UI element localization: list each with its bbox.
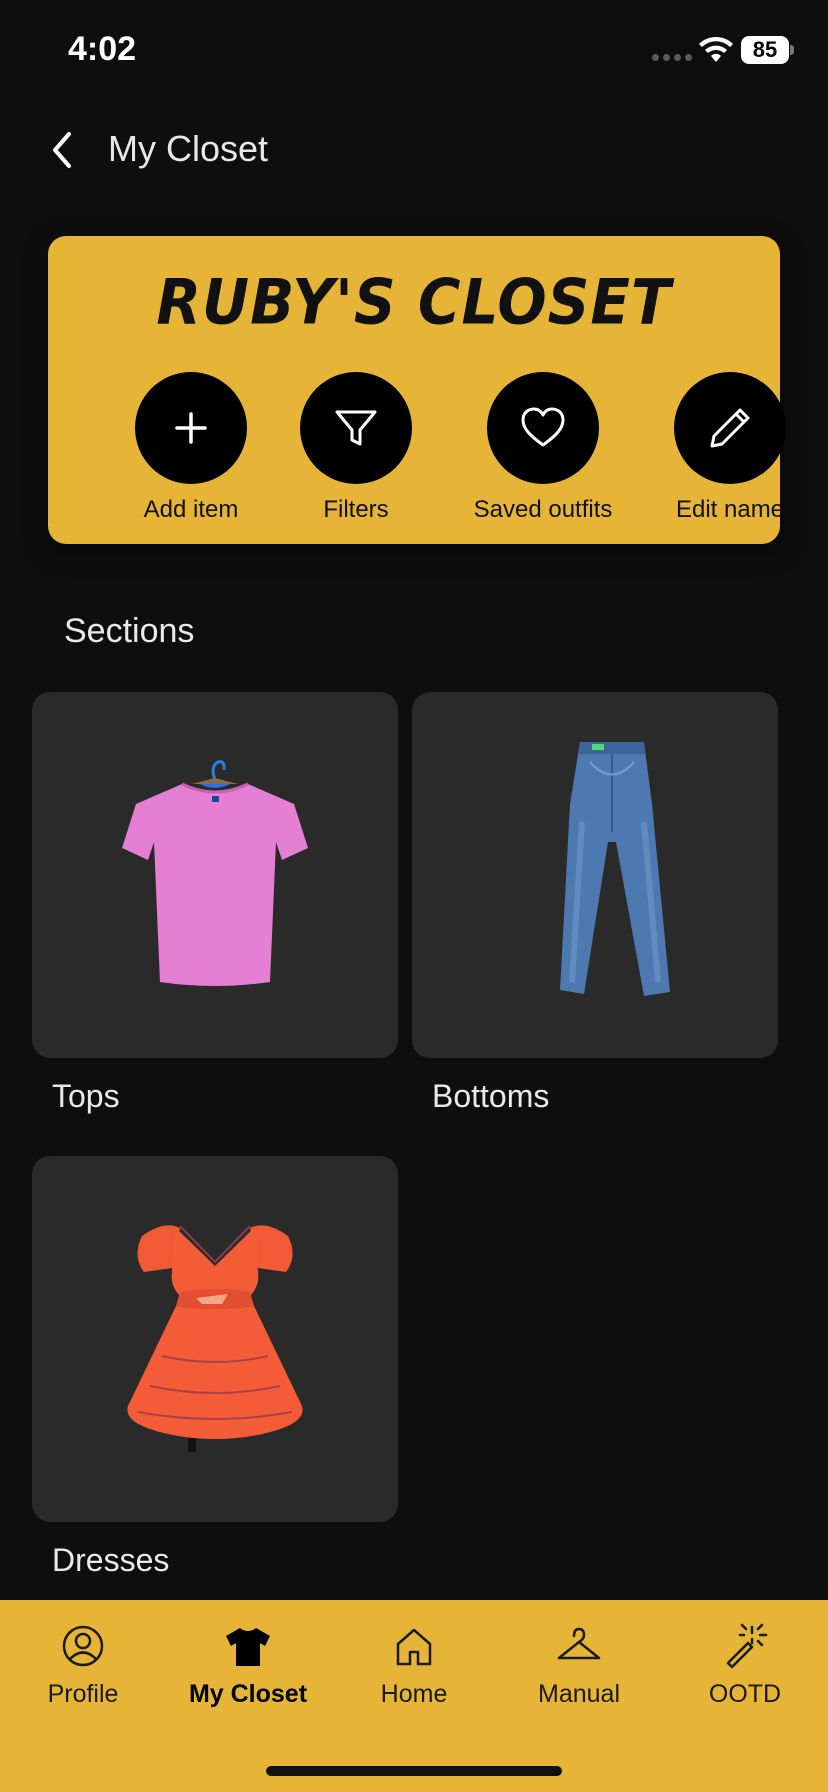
bottom-nav: Profile My Closet Home Manual OOTD <box>0 1600 828 1792</box>
nav-item-home[interactable]: Home <box>331 1622 497 1709</box>
nav-item-manual[interactable]: Manual <box>496 1622 662 1709</box>
closet-title: RUBY'S CLOSET <box>156 265 672 339</box>
home-icon <box>390 1622 438 1670</box>
nav-label-my-closet: My Closet <box>188 1680 308 1708</box>
plus-icon <box>135 372 247 484</box>
saved-outfits-button[interactable]: Saved outfits <box>458 372 628 524</box>
sections-heading: Sections <box>64 612 195 650</box>
dress-image <box>127 1225 303 1452</box>
header: My Closet <box>0 110 828 190</box>
edit-name-label: Edit name <box>675 496 785 523</box>
filter-icon <box>300 372 412 484</box>
jeans-image <box>560 742 670 996</box>
section-label-dresses: Dresses <box>52 1542 170 1578</box>
tshirt-image <box>122 760 308 986</box>
wifi-icon <box>699 36 733 62</box>
tshirt-icon <box>224 1622 272 1670</box>
nav-item-profile[interactable]: Profile <box>0 1622 166 1709</box>
section-label-bottoms: Bottoms <box>432 1078 550 1114</box>
nav-label-profile: Profile <box>47 1680 119 1708</box>
magic-wand-icon <box>721 1622 769 1670</box>
status-bar: 4:02 85 <box>0 0 828 100</box>
status-time: 4:02 <box>68 30 137 68</box>
section-tile-dresses[interactable] <box>32 1156 398 1522</box>
filters-button[interactable]: Filters <box>271 372 441 524</box>
hanger-icon <box>555 1622 603 1670</box>
chevron-left-icon <box>53 132 71 168</box>
pencil-icon <box>674 372 786 484</box>
closet-card: RUBY'S CLOSET Add item Filters Saved out… <box>48 236 786 544</box>
section-tile-bottoms[interactable] <box>412 692 778 1058</box>
battery-icon: 85 <box>741 36 789 64</box>
nav-item-ootd[interactable]: OOTD <box>662 1622 828 1709</box>
edit-name-button[interactable]: Edit name <box>645 372 815 524</box>
add-item-button[interactable]: Add item <box>106 372 276 524</box>
nav-item-my-closet[interactable]: My Closet <box>165 1622 331 1709</box>
section-label-tops: Tops <box>52 1078 120 1114</box>
saved-outfits-label: Saved outfits <box>473 496 613 523</box>
page-title: My Closet <box>108 128 269 169</box>
section-tile-tops[interactable] <box>32 692 398 1058</box>
add-item-label: Add item <box>143 496 239 523</box>
home-indicator <box>266 1766 562 1776</box>
back-button[interactable] <box>40 128 84 172</box>
nav-label-ootd: OOTD <box>708 1680 782 1708</box>
filters-label: Filters <box>323 496 389 523</box>
nav-label-manual: Manual <box>538 1680 620 1708</box>
heart-icon <box>487 372 599 484</box>
cellular-signal-icon <box>652 54 692 61</box>
battery-tip <box>790 45 794 55</box>
profile-icon <box>59 1622 107 1670</box>
nav-label-home: Home <box>380 1680 448 1708</box>
